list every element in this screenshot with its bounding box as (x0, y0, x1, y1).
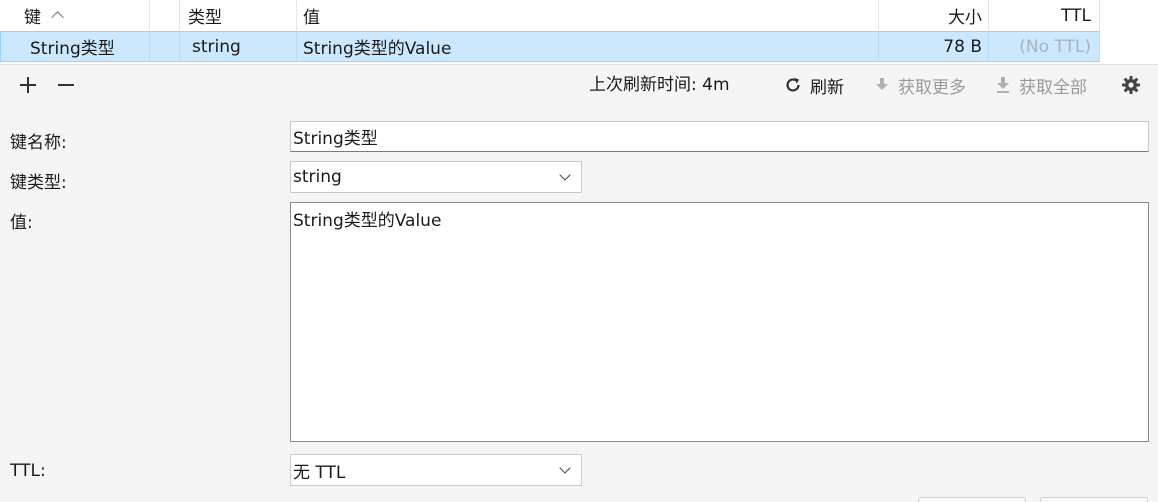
column-header-type-label: 类型 (188, 8, 222, 28)
form-action-button[interactable] (1040, 497, 1148, 502)
table-row[interactable]: String类型 string String类型的Value 78 B (No … (0, 31, 1100, 62)
value-label: 值: (10, 213, 33, 233)
key-type-label: 键类型: (10, 173, 67, 193)
download-icon (997, 77, 1009, 93)
refresh-label: 刷新 (810, 77, 844, 98)
column-header-spacer (150, 0, 180, 31)
column-header-ttl-label: TTL (1061, 5, 1091, 26)
arrow-down-icon (876, 78, 888, 92)
chevron-down-icon (559, 462, 571, 474)
row-size-cell: 78 B (879, 31, 989, 62)
add-key-button[interactable] (16, 65, 40, 105)
fetch-more-button[interactable]: 获取更多 (876, 65, 966, 105)
fetch-all-button[interactable]: 获取全部 (997, 65, 1087, 105)
toolbar: 上次刷新时间: 4m 刷新 获取更多 获取全部 (0, 64, 1158, 104)
minus-icon (58, 77, 74, 93)
settings-button[interactable] (1121, 65, 1143, 105)
ttl-value: 无 TTL (293, 462, 346, 483)
key-table: 键 类型 值 大小 TTL String类型 string String类型的V… (0, 0, 1100, 64)
ttl-select[interactable]: 无 TTL (290, 454, 582, 486)
column-header-key[interactable]: 键 (0, 0, 150, 31)
row-key-cell: String类型 (0, 31, 150, 62)
row-type-cell: string (180, 31, 297, 62)
row-type: string (192, 36, 241, 57)
fetch-more-label: 获取更多 (898, 77, 966, 98)
remove-key-button[interactable] (54, 65, 78, 105)
key-type-select[interactable]: string (290, 161, 582, 193)
row-value-cell: String类型的Value (297, 31, 879, 62)
gear-icon (1122, 76, 1140, 94)
column-header-value-label: 值 (303, 8, 320, 28)
row-spacer-cell (150, 31, 180, 62)
table-header: 键 类型 值 大小 TTL (0, 0, 1100, 31)
chevron-up-icon (51, 11, 64, 24)
column-header-size[interactable]: 大小 (879, 0, 989, 31)
key-name-value: String类型 (293, 129, 378, 149)
key-type-value: string (293, 167, 342, 187)
last-refresh-time: 上次刷新时间: 4m (589, 75, 730, 95)
column-header-key-label: 键 (24, 8, 41, 28)
row-value: String类型的Value (303, 39, 452, 59)
plus-icon (20, 77, 36, 93)
key-name-input[interactable]: String类型 (290, 121, 1149, 152)
row-ttl-cell: (No TTL) (989, 31, 1100, 62)
value-textarea[interactable]: String类型的Value (290, 202, 1149, 442)
column-header-size-label: 大小 (948, 8, 982, 28)
table-edge (1100, 0, 1158, 64)
column-header-value[interactable]: 值 (297, 0, 879, 31)
refresh-button[interactable]: 刷新 (784, 65, 844, 105)
key-editor-form: 键名称: String类型 键类型: string 值: String类型的Va… (0, 104, 1158, 502)
form-action-button[interactable] (918, 497, 1026, 502)
row-key: String类型 (30, 39, 115, 59)
column-header-ttl[interactable]: TTL (989, 0, 1100, 31)
column-header-type[interactable]: 类型 (180, 0, 297, 31)
refresh-icon (786, 77, 800, 92)
key-name-label: 键名称: (10, 133, 67, 153)
app-window: 键 类型 值 大小 TTL String类型 string String类型的V… (0, 0, 1158, 502)
fetch-all-label: 获取全部 (1019, 77, 1087, 98)
row-ttl: (No TTL) (1019, 36, 1091, 57)
ttl-label: TTL: (10, 461, 46, 481)
row-size: 78 B (943, 36, 982, 57)
chevron-down-icon (559, 169, 571, 181)
